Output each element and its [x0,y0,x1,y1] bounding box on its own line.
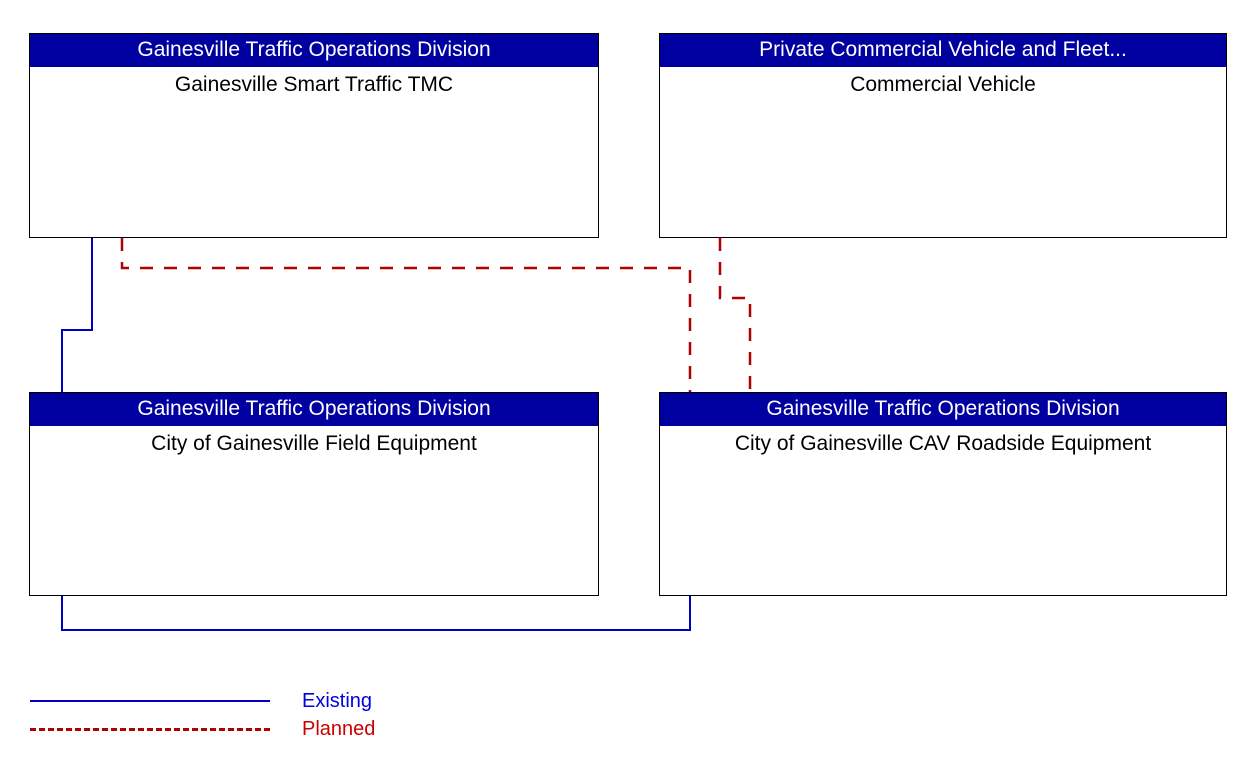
node-name-label: Commercial Vehicle [850,73,1036,96]
legend-line-existing [30,700,270,702]
node-name-label: Gainesville Smart Traffic TMC [174,73,454,96]
connector-commercial-vehicle-to-cav-roadside-equipment [718,238,752,392]
interconnect-diagram: Gainesville Traffic Operations Division … [0,0,1252,776]
node-gainesville-smart-traffic-tmc[interactable]: Gainesville Traffic Operations Division … [29,33,599,238]
node-stakeholder-label: Gainesville Traffic Operations Division [30,34,598,67]
node-name-label: City of Gainesville CAV Roadside Equipme… [734,432,1152,455]
connector-tmc-to-field-equipment [61,238,93,392]
legend-label-existing: Existing [302,690,373,712]
node-stakeholder-label: Gainesville Traffic Operations Division [660,393,1226,426]
node-stakeholder-label: Gainesville Traffic Operations Division [30,393,598,426]
legend-row-planned: Planned [30,716,430,744]
node-commercial-vehicle[interactable]: Private Commercial Vehicle and Fleet... … [659,33,1227,238]
node-city-of-gainesville-field-equipment[interactable]: Gainesville Traffic Operations Division … [29,392,599,596]
connector-tmc-to-cav-roadside-equipment [120,238,692,392]
legend-line-planned [30,728,270,731]
legend: Existing Planned [30,688,430,750]
node-stakeholder-label: Private Commercial Vehicle and Fleet... [660,34,1226,67]
node-city-of-gainesville-cav-roadside-equipment[interactable]: Gainesville Traffic Operations Division … [659,392,1227,596]
legend-label-planned: Planned [302,718,376,740]
connector-field-equipment-to-cav-roadside-equipment [61,596,691,631]
node-name-label: City of Gainesville Field Equipment [151,432,477,455]
legend-row-existing: Existing [30,688,430,716]
